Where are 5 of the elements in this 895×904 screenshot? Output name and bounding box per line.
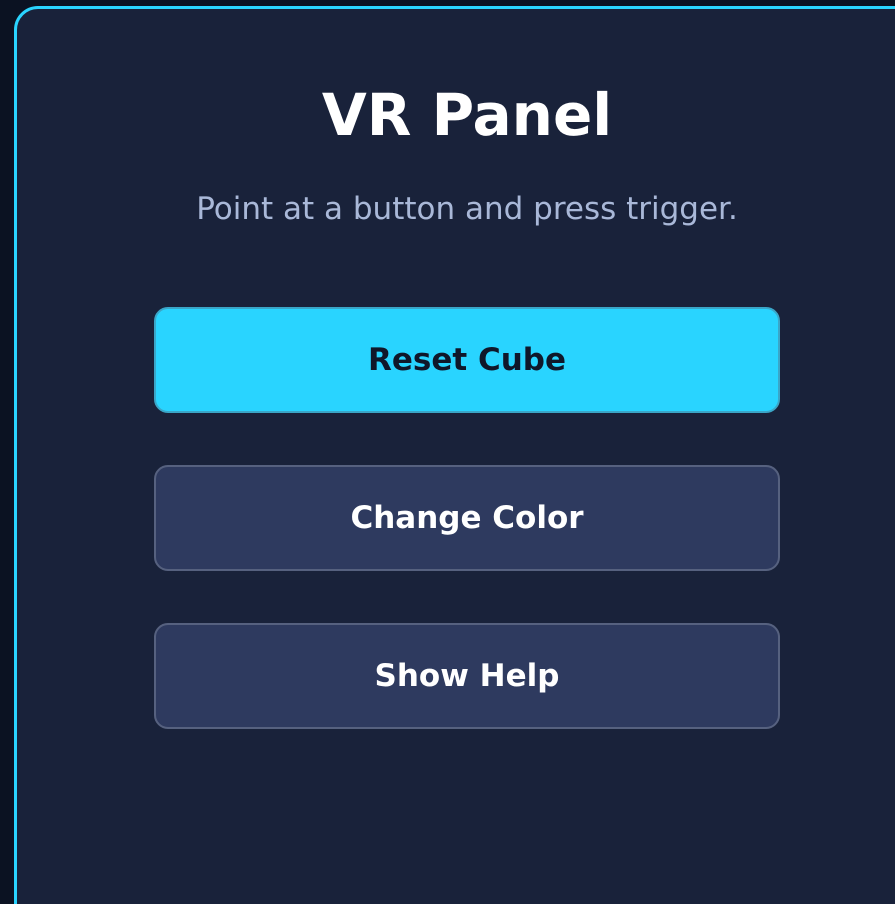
panel-button[interactable]: Reset Cube xyxy=(154,307,780,413)
panel-button[interactable]: Show Help xyxy=(154,623,780,729)
panel-title: VR Panel xyxy=(322,80,612,151)
panel-button[interactable]: Change Color xyxy=(154,465,780,571)
panel-subtitle: Point at a button and press trigger. xyxy=(196,190,738,229)
